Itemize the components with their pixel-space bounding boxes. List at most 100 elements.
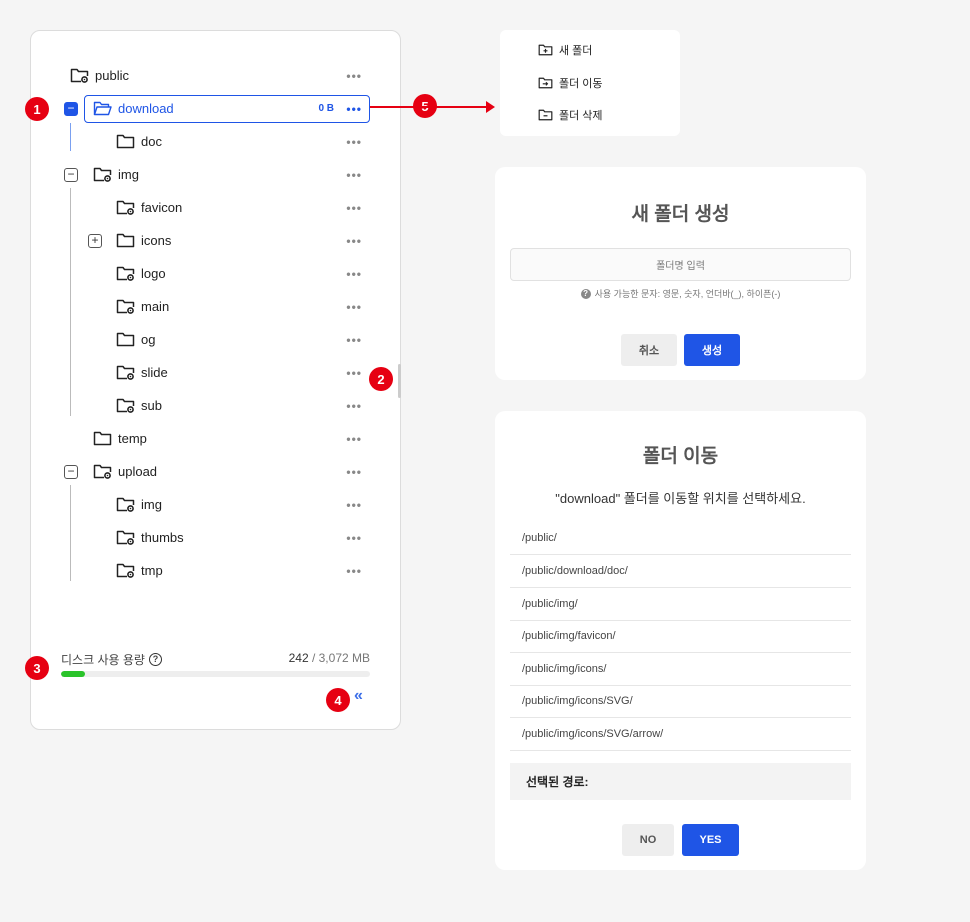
new-folder-dialog: 새 폴더 생성 폴더명 입력 ? 사용 가능한 문자: 영문, 숫자, 언더바(… [495,167,866,380]
scrollbar-thumb[interactable] [398,364,401,398]
folder-label: logo [141,266,166,281]
create-button[interactable]: 생성 [684,334,740,366]
collapse-panel-icon[interactable]: « [354,687,363,705]
path-option[interactable]: /public/ [510,522,851,555]
more-options-icon[interactable]: ••• [346,70,362,82]
menu-item-label: 폴더 이동 [559,78,603,90]
folder-gear-icon [70,68,89,83]
folder-tree-panel: − − + − public ••• download 0 B ••• doc … [30,30,401,730]
more-options-icon[interactable]: ••• [346,499,362,511]
folder-icon [116,233,135,248]
folder-label: sub [141,398,162,413]
cancel-button[interactable]: 취소 [621,334,677,366]
path-option[interactable]: /public/img/icons/SVG/arrow/ [510,718,851,751]
path-option[interactable]: /public/img/ [510,588,851,621]
tree-row-favicon[interactable]: favicon ••• [31,191,400,224]
menu-item-new-folder[interactable]: 새 폴더 [538,40,592,60]
tree-row-tmp[interactable]: tmp ••• [31,554,400,587]
more-options-icon[interactable]: ••• [346,268,362,280]
folder-label: upload [118,464,158,479]
folder-gear-icon [116,497,135,512]
more-options-icon[interactable]: ••• [346,565,362,577]
tree-row-upload-img[interactable]: img ••• [31,488,400,521]
more-options-icon[interactable]: ••• [346,433,362,445]
annotation-badge-4: 4 [326,688,350,712]
tree-row-sub[interactable]: sub ••• [31,389,400,422]
folder-open-icon [93,101,112,116]
dialog-title: 새 폴더 생성 [631,204,730,225]
folder-label: main [141,299,170,314]
tree-row-main[interactable]: main ••• [31,290,400,323]
folder-gear-icon [116,563,135,578]
input-hint: ? 사용 가능한 문자: 영문, 숫자, 언더바(_), 하이픈(-) [495,287,866,300]
folder-label: icons [141,233,172,248]
folder-gear-icon [116,365,135,380]
disk-usage-title: 디스크 사용 용량 [61,653,145,667]
more-options-icon[interactable]: ••• [346,301,362,313]
disk-usage-label: 디스크 사용 용량 ? [61,651,162,668]
info-icon: ? [580,288,591,299]
more-options-icon[interactable]: ••• [346,400,362,412]
annotation-arrow-head [486,101,495,113]
no-button[interactable]: NO [622,824,674,856]
disk-usage-value: 242 / 3,072 MB [289,651,370,665]
tree-row-slide[interactable]: slide ••• [31,356,400,389]
folder-icon [116,332,135,347]
path-option[interactable]: /public/img/icons/ [510,653,851,686]
tree-row-og[interactable]: og ••• [31,323,400,356]
tree-row-thumbs[interactable]: thumbs ••• [31,521,400,554]
tree-row-upload[interactable]: upload ••• [31,455,400,488]
folder-name-input[interactable]: 폴더명 입력 [510,248,851,281]
menu-item-label: 폴더 삭제 [559,110,603,122]
tree-row-public[interactable]: public ••• [31,59,400,92]
folder-label: og [141,332,156,347]
folder-icon [116,134,135,149]
path-option[interactable]: /public/img/favicon/ [510,620,851,653]
folder-icon [93,431,112,446]
folder-label: doc [141,134,162,149]
folder-label: img [118,167,139,182]
folder-delete-icon [538,109,553,121]
move-folder-dialog: 폴더 이동 "download" 폴더를 이동할 위치를 선택하세요. /pub… [495,411,866,870]
more-options-icon[interactable]: ••• [346,367,362,379]
folder-plus-icon [538,44,553,56]
more-options-icon[interactable]: ••• [346,235,362,247]
annotation-arrow [370,106,490,108]
folder-size: 0 B [318,103,334,114]
disk-used: 242 [288,651,309,665]
more-options-icon[interactable]: ••• [346,169,362,181]
annotation-badge-1: 1 [25,97,49,121]
folder-gear-icon [116,266,135,281]
tree-row-temp[interactable]: temp ••• [31,422,400,455]
more-options-icon[interactable]: ••• [346,202,362,214]
menu-item-move-folder[interactable]: 폴더 이동 [538,73,603,93]
tree-row-logo[interactable]: logo ••• [31,257,400,290]
dialog-title: 폴더 이동 [642,446,719,467]
path-option[interactable]: /public/img/icons/SVG/ [510,685,851,718]
tree-row-download[interactable]: download 0 B ••• [31,92,400,125]
tree-row-doc[interactable]: doc ••• [31,125,400,158]
dialog-description: "download" 폴더를 이동할 위치를 선택하세요. [555,491,806,506]
folder-label: img [141,497,162,512]
folder-label: temp [118,431,147,446]
folder-gear-icon [116,398,135,413]
help-icon[interactable]: ? [148,653,162,666]
annotation-badge-3: 3 [25,656,49,680]
menu-item-delete-folder[interactable]: 폴더 삭제 [538,105,603,125]
folder-label: favicon [141,200,183,215]
folder-gear-icon [116,530,135,545]
more-options-icon[interactable]: ••• [346,334,362,346]
path-option[interactable]: /public/download/doc/ [510,555,851,588]
more-options-icon[interactable]: ••• [346,136,362,148]
more-options-icon[interactable]: ••• [346,532,362,544]
more-options-icon[interactable]: ••• [346,103,362,115]
annotation-badge-2: 2 [369,367,393,391]
yes-button[interactable]: YES [682,824,739,856]
folder-context-menu: 새 폴더 폴더 이동 폴더 삭제 [500,30,680,136]
more-options-icon[interactable]: ••• [346,466,362,478]
disk-usage-bar [61,671,370,677]
tree-row-img[interactable]: img ••• [31,158,400,191]
disk-total: / 3,072 MB [311,651,370,665]
folder-gear-icon [116,200,135,215]
tree-row-icons[interactable]: icons ••• [31,224,400,257]
